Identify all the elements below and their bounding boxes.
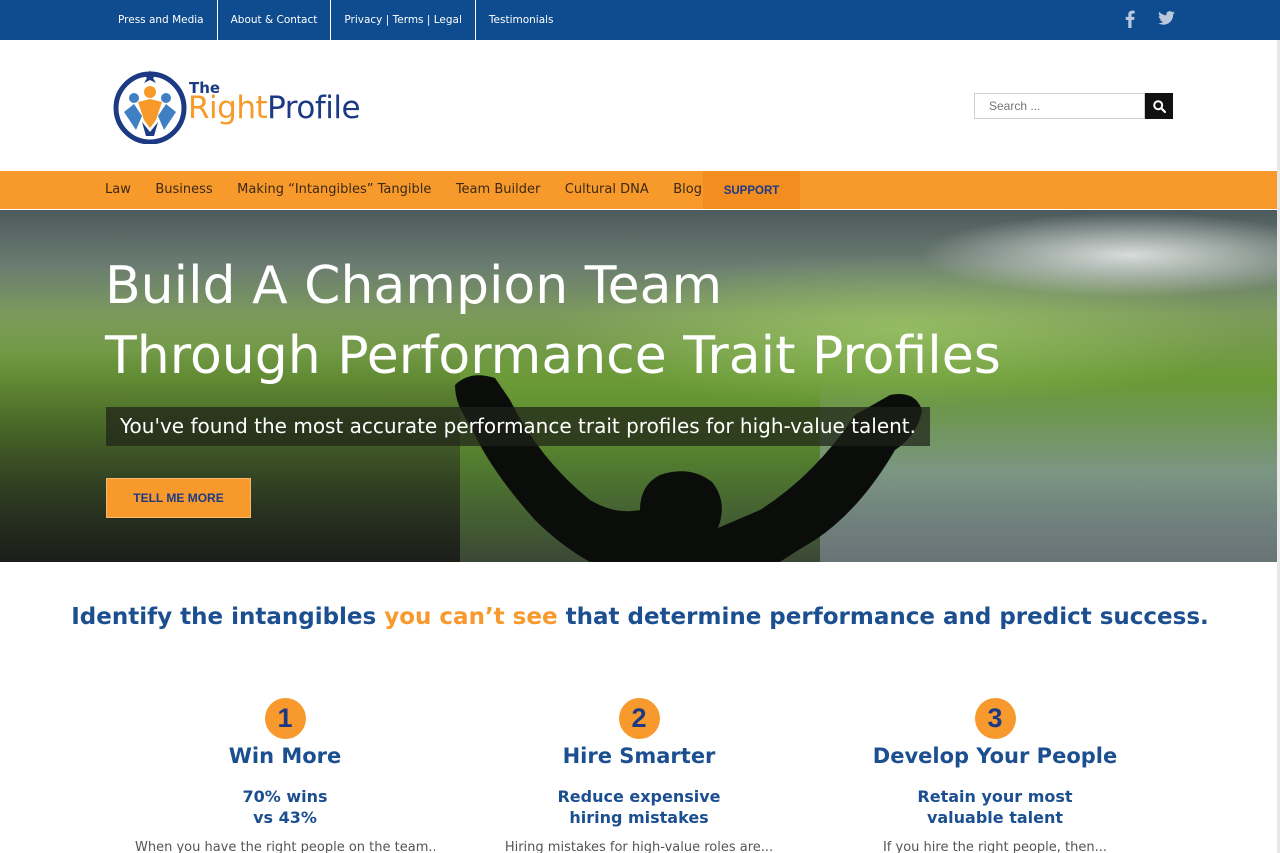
tagline-accent: you can’t see [384,604,558,630]
feature-stat: Retain your most valuable talent [845,786,1145,828]
nav-items: Law Business Making “Intangibles” Tangib… [105,171,727,209]
nav-item-intangibles[interactable]: Making “Intangibles” Tangible [237,171,431,209]
feature-win-more: 1 Win More 70% wins vs 43% When you have … [135,698,435,853]
search-form [974,93,1173,119]
about-contact-link[interactable]: About & Contact [218,0,332,40]
main-navigation: Law Business Making “Intangibles” Tangib… [0,171,1280,209]
nav-item-cultural-dna[interactable]: Cultural DNA [565,171,649,209]
testimonials-link[interactable]: Testimonials [476,0,567,40]
twitter-icon[interactable] [1157,10,1175,30]
feature-stat: Reduce expensive hiring mistakes [489,786,789,828]
privacy-terms-legal-link[interactable]: Privacy | Terms | Legal [331,0,476,40]
feature-number-badge: 2 [618,698,660,739]
tagline-part2: that determine performance and predict s… [557,604,1209,630]
nav-item-law[interactable]: Law [105,171,131,209]
press-media-link[interactable]: Press and Media [105,0,218,40]
search-input[interactable] [974,93,1145,119]
feature-body: Hiring mistakes for high-value roles are… [504,840,774,853]
tell-me-more-button[interactable]: TELL ME MORE [106,478,251,518]
top-links: Press and Media About & Contact Privacy … [105,0,567,40]
feature-number-badge: 1 [264,698,306,739]
social-links [1121,10,1175,30]
feature-stat-line2: hiring mistakes [569,808,709,827]
logo-profile-text: Profile [267,90,361,126]
feature-stat-line1: 70% wins [242,787,328,806]
feature-number-badge: 3 [974,698,1016,739]
search-button[interactable] [1145,93,1173,119]
logo-right-text: Right [188,90,268,126]
nav-item-business[interactable]: Business [155,171,212,209]
feature-title: Win More [228,744,342,768]
hero-banner: Build A Champion Team Through Performanc… [0,210,1280,562]
feature-stat-line1: Reduce expensive [557,787,721,806]
tagline-heading: Identify the intangibles you can’t see t… [0,604,1280,630]
feature-stat: 70% wins vs 43% [135,786,435,828]
search-icon [1152,99,1166,113]
support-button[interactable]: SUPPORT [703,171,800,209]
nav-item-team-builder[interactable]: Team Builder [456,171,540,209]
logo-emblem-icon [113,70,187,144]
hero-subtitle: You've found the most accurate performan… [106,407,931,446]
feature-stat-line2: vs 43% [253,808,317,827]
site-header: The RightProfile [0,40,1280,171]
nav-item-blog[interactable]: Blog [673,171,702,209]
feature-stat-line1: Retain your most [917,787,1073,806]
top-utility-bar: Press and Media About & Contact Privacy … [0,0,1280,40]
tagline-part1: Identify the intangibles [71,604,385,630]
logo-wordmark: RightProfile [188,90,361,126]
hero-heading-line1: Build A Champion Team [105,256,723,316]
feature-title: Hire Smarter [562,744,716,768]
feature-body: When you have the right people on the te… [135,840,435,853]
feature-title: Develop Your People [872,744,1118,768]
feature-develop-people: 3 Develop Your People Retain your most va… [845,698,1145,853]
site-logo[interactable]: The RightProfile [112,68,402,144]
facebook-icon[interactable] [1121,10,1139,30]
hero-heading-line2: Through Performance Trait Profiles [105,326,1001,386]
feature-body: If you hire the right people, then... [882,840,1108,853]
feature-stat-line2: valuable talent [926,808,1064,827]
feature-hire-smarter: 2 Hire Smarter Reduce expensive hiring mi… [489,698,789,853]
